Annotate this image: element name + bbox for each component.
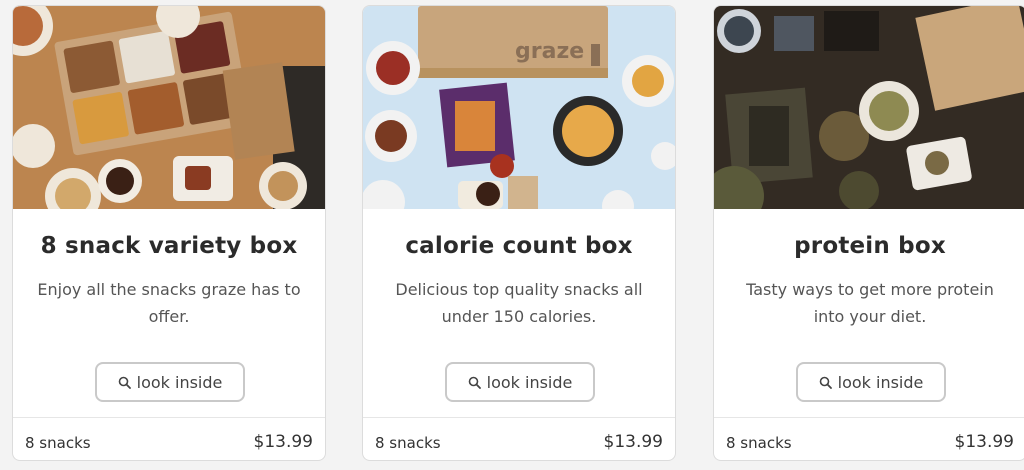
look-inside-button[interactable]: look inside — [796, 362, 946, 402]
look-inside-label: look inside — [486, 372, 573, 392]
card-divider — [714, 417, 1024, 418]
snack-count: 8 snacks — [375, 434, 441, 452]
look-inside-button[interactable]: look inside — [95, 362, 245, 402]
price: $13.99 — [253, 432, 313, 452]
price: $13.99 — [954, 432, 1014, 452]
search-icon — [118, 376, 131, 389]
product-card-protein[interactable]: protein box Tasty ways to get more prote… — [713, 5, 1024, 461]
card-description: Delicious top quality snacks all under 1… — [395, 280, 643, 326]
look-inside-button[interactable]: look inside — [445, 362, 595, 402]
variety-box-image[interactable] — [13, 6, 325, 209]
price: $13.99 — [603, 432, 663, 452]
snack-count: 8 snacks — [25, 434, 91, 452]
search-icon — [468, 376, 481, 389]
search-icon — [819, 376, 832, 389]
calorie-box-image[interactable]: graze — [363, 6, 675, 209]
card-divider — [363, 417, 675, 418]
protein-box-image[interactable] — [714, 6, 1024, 209]
look-inside-label: look inside — [837, 372, 924, 392]
card-title: 8 snack variety box — [40, 233, 298, 259]
product-card-variety[interactable]: 8 snack variety box Enjoy all the snacks… — [12, 5, 326, 461]
card-description: Enjoy all the snacks graze has to offer. — [37, 280, 301, 326]
card-title: calorie count box — [405, 233, 633, 259]
look-inside-label: look inside — [136, 372, 223, 392]
card-title: protein box — [794, 233, 946, 259]
card-description: Tasty ways to get more protein into your… — [746, 280, 994, 326]
snack-count: 8 snacks — [726, 434, 792, 452]
card-divider — [13, 417, 325, 418]
graze-logo-text: graze — [515, 39, 584, 64]
product-card-calorie[interactable]: graze calorie count box Delicious top qu… — [362, 5, 676, 461]
